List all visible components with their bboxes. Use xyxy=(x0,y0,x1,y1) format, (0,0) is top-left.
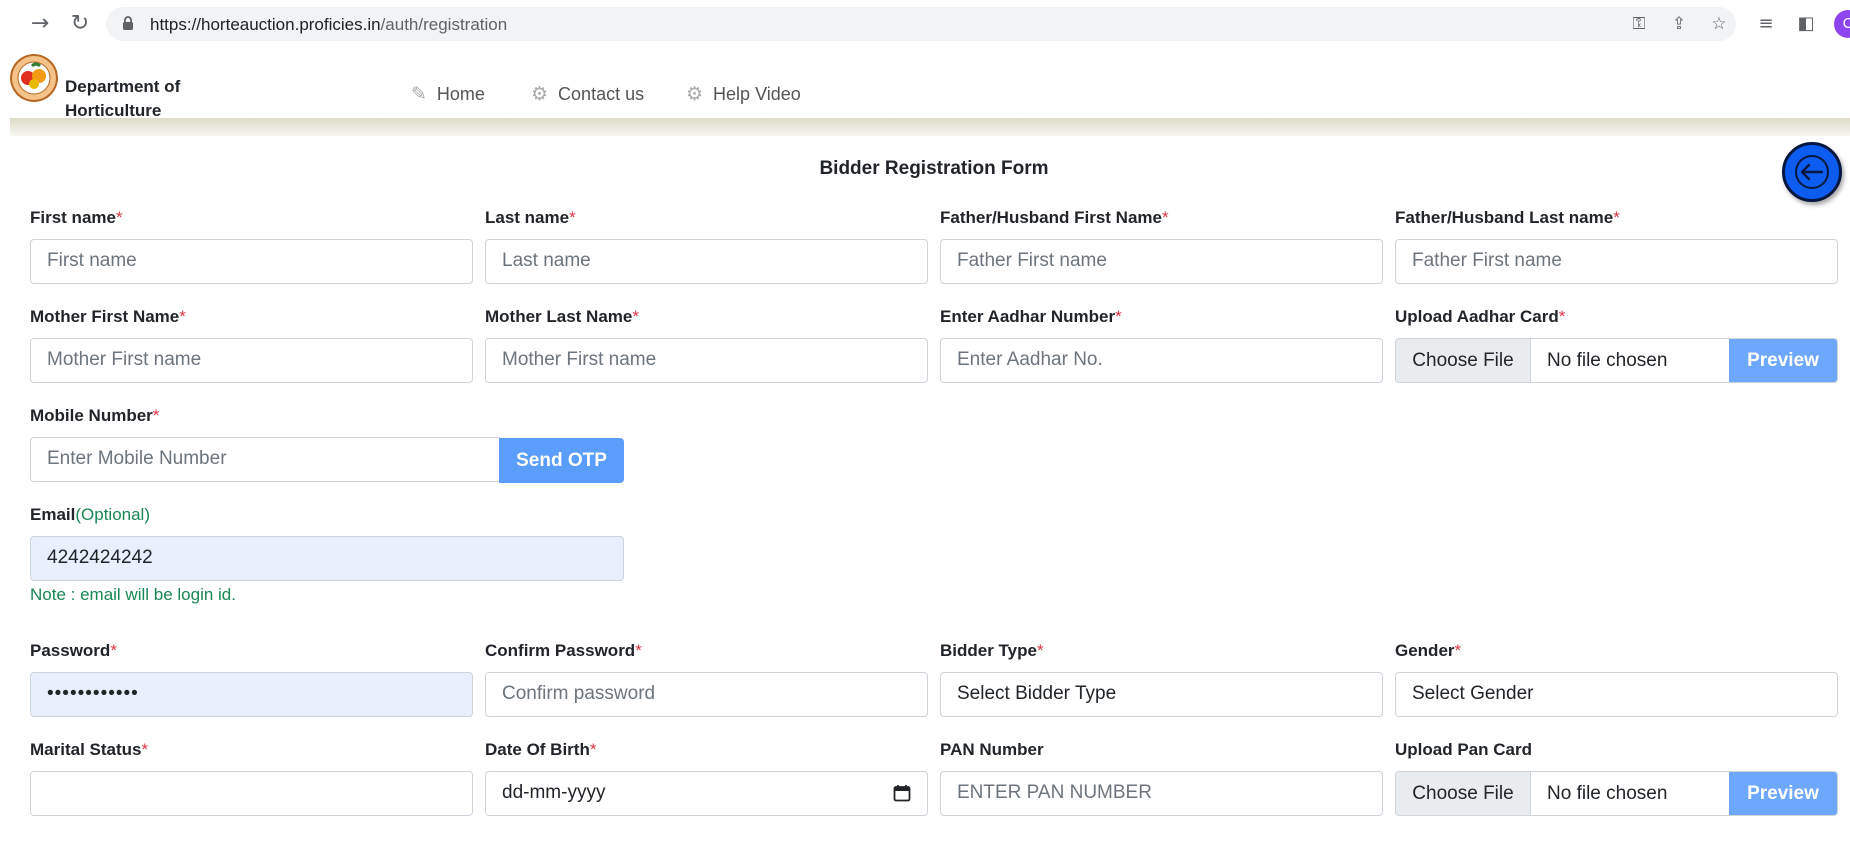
aadhar-number-label: Enter Aadhar Number* xyxy=(940,307,1122,326)
mother-last-name-input[interactable]: Mother First name xyxy=(485,338,928,383)
pan-file-name: No file chosen xyxy=(1547,783,1668,804)
father-first-name-field: Father/Husband First Name* Father First … xyxy=(940,208,1383,284)
mobile-number-field: Mobile Number* Enter Mobile Number xyxy=(30,406,500,482)
password-field: Password* •••••••••••• xyxy=(30,641,473,717)
brand-name: Department of Horticulture xyxy=(65,75,180,123)
pan-number-input[interactable]: ENTER PAN NUMBER xyxy=(940,771,1383,816)
share-icon[interactable]: ⇪ xyxy=(1668,13,1690,35)
last-name-label: Last name* xyxy=(485,208,576,227)
email-label: Email(Optional) xyxy=(30,505,150,524)
brand-line-1: Department of xyxy=(65,77,181,96)
confirm-password-label: Confirm Password* xyxy=(485,641,642,660)
key-icon[interactable]: ⚿ xyxy=(1628,13,1650,35)
password-label: Password* xyxy=(30,641,117,660)
nav-help-video[interactable]: ⚙ Help Video xyxy=(686,83,801,105)
form-title: Bidder Registration Form xyxy=(819,158,1049,179)
media-icon[interactable]: ≡ xyxy=(1754,12,1778,36)
mother-first-name-label: Mother First Name* xyxy=(30,307,186,326)
gear-icon: ⚙ xyxy=(686,83,704,105)
mother-last-name-field: Mother Last Name* Mother First name xyxy=(485,307,928,383)
mobile-number-input[interactable]: Enter Mobile Number xyxy=(30,437,500,482)
arrow-left-icon xyxy=(1795,155,1829,189)
aadhar-preview-button[interactable]: Preview xyxy=(1729,339,1837,382)
url-text: https://horteauction.proficies.in/auth/r… xyxy=(150,15,508,34)
date-of-birth-input[interactable]: dd-mm-yyyy xyxy=(485,771,928,816)
gender-select[interactable]: Select Gender xyxy=(1395,672,1838,717)
back-button[interactable] xyxy=(1782,142,1842,202)
star-icon[interactable]: ☆ xyxy=(1708,13,1730,35)
father-last-name-field: Father/Husband Last name* Father First n… xyxy=(1395,208,1838,284)
nav-home-label: Home xyxy=(436,83,485,104)
father-first-name-label: Father/Husband First Name* xyxy=(940,208,1169,227)
site-header: Department of Horticulture ✎ Home ⚙ Cont… xyxy=(10,50,1850,120)
aadhar-upload-field: Upload Aadhar Card* Choose File No file … xyxy=(1395,307,1838,383)
mother-first-name-input[interactable]: Mother First name xyxy=(30,338,473,383)
aadhar-file-name: No file chosen xyxy=(1547,350,1668,371)
email-field: Email(Optional) 4242424242 xyxy=(30,505,624,581)
pan-choose-file-button[interactable]: Choose File xyxy=(1396,772,1531,815)
edit-icon: ✎ xyxy=(411,83,427,105)
father-first-name-input[interactable]: Father First name xyxy=(940,239,1383,284)
pan-upload-label: Upload Pan Card xyxy=(1395,740,1532,759)
address-bar[interactable]: https://horteauction.proficies.in/auth/r… xyxy=(106,7,1736,41)
forward-icon[interactable]: → xyxy=(26,10,54,38)
bidder-type-field: Bidder Type* Select Bidder Type xyxy=(940,641,1383,717)
profile-avatar[interactable]: C xyxy=(1834,10,1850,38)
pan-file-input[interactable]: Choose File No file chosen Preview xyxy=(1395,771,1838,816)
calendar-icon[interactable] xyxy=(893,784,911,802)
side-panel-icon[interactable]: ◧ xyxy=(1794,12,1818,36)
bidder-type-select[interactable]: Select Bidder Type xyxy=(940,672,1383,717)
mother-last-name-label: Mother Last Name* xyxy=(485,307,639,326)
date-of-birth-field: Date Of Birth* dd-mm-yyyy xyxy=(485,740,928,816)
gender-field: Gender* Select Gender xyxy=(1395,641,1838,717)
confirm-password-input[interactable]: Confirm password xyxy=(485,672,928,717)
marital-status-label: Marital Status* xyxy=(30,740,149,759)
mother-first-name-field: Mother First Name* Mother First name xyxy=(30,307,473,383)
date-of-birth-placeholder: dd-mm-yyyy xyxy=(502,782,606,803)
nav-contact-label: Contact us xyxy=(558,83,645,104)
marital-status-select[interactable] xyxy=(30,771,473,816)
first-name-field: First name* First name xyxy=(30,208,473,284)
nav-contact[interactable]: ⚙ Contact us xyxy=(531,83,644,105)
father-last-name-input[interactable]: Father First name xyxy=(1395,239,1838,284)
first-name-input[interactable]: First name xyxy=(30,239,473,284)
pan-upload-field: Upload Pan Card Choose File No file chos… xyxy=(1395,740,1838,816)
lock-icon xyxy=(123,16,133,30)
browser-toolbar: → ↻ https://horteauction.proficies.in/au… xyxy=(0,0,1850,48)
first-name-label: First name* xyxy=(30,208,123,227)
aadhar-choose-file-button[interactable]: Choose File xyxy=(1396,339,1531,382)
father-last-name-label: Father/Husband Last name* xyxy=(1395,208,1620,227)
aadhar-upload-label: Upload Aadhar Card* xyxy=(1395,307,1566,326)
nav-help-video-label: Help Video xyxy=(713,83,801,104)
password-input[interactable]: •••••••••••• xyxy=(30,672,473,717)
last-name-field: Last name* Last name xyxy=(485,208,928,284)
pan-number-field: PAN Number ENTER PAN NUMBER xyxy=(940,740,1383,816)
aadhar-number-input[interactable]: Enter Aadhar No. xyxy=(940,338,1383,383)
send-otp-button[interactable]: Send OTP xyxy=(499,438,624,483)
mobile-number-label: Mobile Number* xyxy=(30,406,160,425)
aadhar-file-input[interactable]: Choose File No file chosen Preview xyxy=(1395,338,1838,383)
gender-label: Gender* xyxy=(1395,641,1462,660)
date-of-birth-label: Date Of Birth* xyxy=(485,740,597,759)
header-divider xyxy=(10,118,1850,136)
last-name-input[interactable]: Last name xyxy=(485,239,928,284)
aadhar-number-field: Enter Aadhar Number* Enter Aadhar No. xyxy=(940,307,1383,383)
pan-number-label: PAN Number xyxy=(940,740,1044,759)
department-logo xyxy=(10,54,58,102)
reload-icon[interactable]: ↻ xyxy=(66,10,94,38)
confirm-password-field: Confirm Password* Confirm password xyxy=(485,641,928,717)
nav-home[interactable]: ✎ Home xyxy=(411,83,485,105)
pan-preview-button[interactable]: Preview xyxy=(1729,772,1837,815)
email-input[interactable]: 4242424242 xyxy=(30,536,624,581)
gear-icon: ⚙ xyxy=(531,83,549,105)
marital-status-field: Marital Status* xyxy=(30,740,473,816)
bidder-type-label: Bidder Type* xyxy=(940,641,1044,660)
email-note: Note : email will be login id. xyxy=(30,585,236,604)
